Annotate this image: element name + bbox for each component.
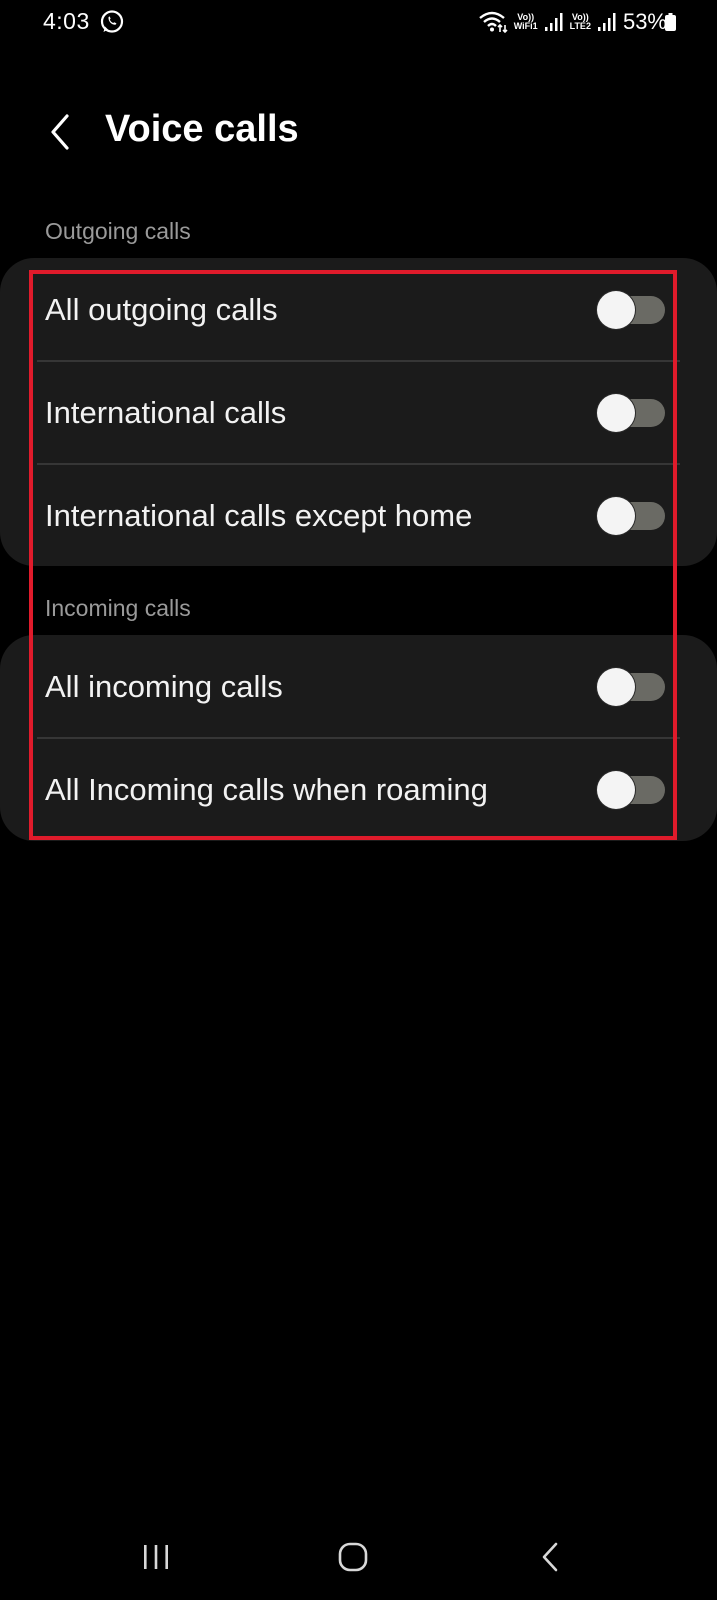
outgoing-calls-card: All outgoing calls International calls I… [0,258,717,566]
volte-lte-indicator: Vo)) LTE2 [570,13,591,31]
setting-international-calls[interactable]: International calls [0,361,717,464]
volte-wifi-indicator: Vo)) WiFi1 [514,13,538,31]
signal-icon [544,13,563,31]
volte-wifi-label: WiFi1 [513,21,538,31]
chevron-left-icon [51,114,69,150]
toggle-thumb [597,667,635,706]
whatsapp-icon [100,10,124,33]
toggle-thumb [597,290,635,329]
status-indicators: Vo)) WiFi1 Vo)) LTE2 53% [478,8,667,36]
toggle-switch[interactable] [597,770,667,809]
home-icon [338,1542,368,1572]
nav-back-button[interactable] [520,1532,580,1582]
toggle-switch[interactable] [597,290,667,329]
toggle-thumb [597,393,635,432]
status-time: 4:03 [43,8,90,34]
page-title: Voice calls [105,108,299,150]
back-button[interactable] [38,108,82,156]
status-bar: 4:03 Vo)) WiFi1 Vo)) LTE2 53% [0,0,717,44]
incoming-calls-card: All incoming calls All Incoming calls wh… [0,635,717,841]
toggle-switch[interactable] [597,393,667,432]
setting-label: International calls [45,394,287,430]
home-button[interactable] [323,1532,383,1582]
app-header: Voice calls [0,100,717,166]
signal-icon [597,13,616,31]
setting-all-outgoing-calls[interactable]: All outgoing calls [0,258,717,361]
setting-label: All Incoming calls when roaming [45,771,488,807]
wifi-icon [478,11,508,34]
setting-all-incoming-calls[interactable]: All incoming calls [0,635,717,738]
toggle-switch[interactable] [597,496,667,535]
setting-label: International calls except home [45,497,473,533]
recent-apps-button[interactable] [126,1532,186,1582]
battery-icon [665,13,676,31]
battery-percent: 53% [622,9,667,34]
toggle-thumb [597,770,635,809]
setting-international-calls-except-home[interactable]: International calls except home [0,464,717,567]
section-label-incoming: Incoming calls [45,595,191,621]
setting-label: All outgoing calls [45,291,278,327]
volte-lte-label: LTE2 [569,21,591,31]
recent-apps-icon [144,1545,168,1569]
setting-all-incoming-calls-roaming[interactable]: All Incoming calls when roaming [0,738,717,841]
setting-label: All incoming calls [45,668,283,704]
back-icon [542,1542,558,1572]
toggle-thumb [597,496,635,535]
navigation-bar [0,1520,717,1600]
toggle-switch[interactable] [597,667,667,706]
section-label-outgoing: Outgoing calls [45,218,191,244]
